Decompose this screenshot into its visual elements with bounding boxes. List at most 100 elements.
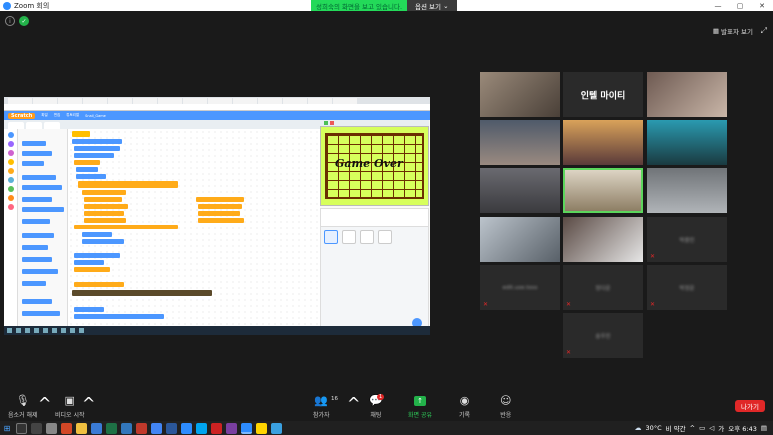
start-video-label: 비디오 시작: [55, 412, 85, 419]
share-screen-button[interactable]: ↑ 화면 공유: [408, 394, 432, 419]
participant-name: 정다운: [595, 285, 611, 292]
taskbar-app-icon[interactable]: [91, 422, 102, 434]
reactions-button[interactable]: ☺ 반응: [500, 394, 511, 419]
chat-button[interactable]: 💬 1 채팅: [369, 394, 385, 419]
chrome-icon[interactable]: [151, 422, 162, 434]
stop-icon[interactable]: [330, 121, 334, 125]
taskbar-app-icon[interactable]: [136, 422, 147, 434]
category-looks: [8, 141, 14, 147]
taskbar-app-icon: [79, 328, 84, 333]
window-controls: — ▢ ✕: [707, 0, 773, 11]
muted-mic-icon: ✕: [650, 301, 656, 308]
task-view-icon[interactable]: [31, 422, 42, 434]
participant-tile[interactable]: 박정운 ✕: [647, 265, 727, 310]
taskbar-app-icon[interactable]: [46, 422, 57, 434]
kakaotalk-icon[interactable]: [256, 422, 267, 434]
muted-mic-icon: ✕: [566, 349, 572, 356]
security-shield-icon[interactable]: ✓: [19, 16, 29, 26]
smiley-icon: ☺: [500, 394, 512, 407]
game-over-text: Game Over: [335, 157, 403, 170]
taskbar-app-icon[interactable]: [181, 422, 192, 434]
code-block: [198, 211, 240, 216]
sprite-thumb[interactable]: [360, 230, 374, 244]
participant-tile[interactable]: [647, 72, 727, 117]
taskbar-app-icon[interactable]: [196, 422, 207, 434]
zoom-taskbar-icon[interactable]: [241, 422, 252, 434]
browser-tab: [333, 98, 357, 104]
browser-tab: [158, 98, 182, 104]
network-icon[interactable]: ▭: [699, 424, 705, 432]
participant-tile[interactable]: [563, 120, 643, 165]
share-banner: 성희숙의 화면을 보고 있습니다. 옵션 보기 ⌄: [311, 0, 457, 11]
muted-mic-icon: ✕: [566, 301, 572, 308]
word-icon[interactable]: [166, 422, 177, 434]
sprite-info: [321, 209, 428, 227]
maximize-button[interactable]: ▢: [729, 0, 751, 11]
browser-tabs: [4, 97, 430, 104]
tray-chevron-icon[interactable]: ^: [690, 424, 695, 432]
participant-tile-active[interactable]: [563, 168, 643, 213]
participants-icon: 👥: [314, 394, 329, 407]
participant-tile[interactable]: 송우진 ✕: [563, 313, 643, 358]
system-tray: ☁ 30°C 비 약간 ^ ▭ ◁ 가 오후 6:43 ▤: [635, 421, 773, 435]
audio-options-caret[interactable]: ^: [38, 394, 51, 413]
view-options-button[interactable]: 옵션 보기 ⌄: [407, 0, 457, 11]
excel-icon[interactable]: [106, 422, 117, 434]
taskbar-app-icon: [43, 328, 48, 333]
game-stage[interactable]: Game Over: [320, 126, 429, 206]
meeting-controls: 🎙 음소거 해제 ^ ▣ 비디오 시작 ^ 👥 16 참가자 ^ 💬 1 채팅 …: [0, 392, 773, 421]
clock[interactable]: 오후 6:43: [728, 423, 757, 433]
participant-tile[interactable]: 박종민 ✕: [647, 217, 727, 262]
sprite-thumb[interactable]: [342, 230, 356, 244]
search-icon[interactable]: [16, 422, 27, 434]
scratch-logo: Scratch: [8, 112, 36, 119]
explorer-icon[interactable]: [76, 422, 87, 434]
code-workspace[interactable]: [68, 129, 320, 335]
participant-tile[interactable]: [563, 217, 643, 262]
taskbar-app-icon[interactable]: [271, 422, 282, 434]
edge-icon[interactable]: [121, 422, 132, 434]
shared-screen[interactable]: Scratch 파일 편집 튜토리얼 Snail_Game Game Over: [4, 97, 430, 335]
start-video-button[interactable]: ▣ 비디오 시작: [55, 394, 85, 419]
minimize-button[interactable]: —: [707, 0, 729, 11]
code-block: [74, 282, 124, 287]
code-block: [196, 197, 244, 202]
participant-tile[interactable]: [480, 217, 560, 262]
participant-tile[interactable]: 정다운 ✕: [563, 265, 643, 310]
close-button[interactable]: ✕: [751, 0, 773, 11]
green-flag-icon[interactable]: [324, 121, 328, 125]
ime-indicator[interactable]: 가: [718, 423, 724, 433]
notification-icon[interactable]: ▤: [761, 424, 767, 432]
participant-tile[interactable]: [647, 168, 727, 213]
powerpoint-icon[interactable]: [61, 422, 72, 434]
participants-button[interactable]: 👥 16 참가자: [313, 394, 338, 419]
share-arrow-icon: ↑: [414, 396, 426, 406]
windows-start-icon[interactable]: ⊞: [0, 421, 14, 435]
participant-tile[interactable]: [480, 120, 560, 165]
participant-tile[interactable]: [480, 72, 560, 117]
code-block: [72, 139, 122, 144]
participant-name: 송우진: [595, 333, 611, 340]
speaker-view-button[interactable]: ▦ 발표자 보기: [713, 26, 753, 36]
code-block: [82, 232, 112, 237]
record-button[interactable]: ◉ 기록: [459, 394, 470, 419]
participant-tile[interactable]: [647, 120, 727, 165]
participant-tile[interactable]: [480, 168, 560, 213]
palette-block: [22, 141, 46, 146]
onenote-icon[interactable]: [226, 422, 237, 434]
fullscreen-icon[interactable]: ⤢: [761, 26, 767, 36]
code-block: [76, 174, 106, 179]
participant-tile[interactable]: edit.use.toss ✕: [480, 265, 560, 310]
participant-tile[interactable]: 인텔 마이티: [563, 72, 643, 117]
sprite-thumb[interactable]: [324, 230, 338, 244]
sprite-thumb[interactable]: [378, 230, 392, 244]
info-icon[interactable]: i: [5, 16, 15, 26]
participants-options-caret[interactable]: ^: [347, 394, 360, 413]
leave-button[interactable]: 나가기: [735, 400, 765, 412]
code-block: [74, 153, 114, 158]
taskbar-app-icon: [16, 328, 21, 333]
volume-icon[interactable]: ◁: [709, 424, 714, 432]
video-options-caret[interactable]: ^: [82, 394, 95, 413]
unmute-button[interactable]: 🎙 음소거 해제: [8, 394, 38, 419]
acrobat-icon[interactable]: [211, 422, 222, 434]
